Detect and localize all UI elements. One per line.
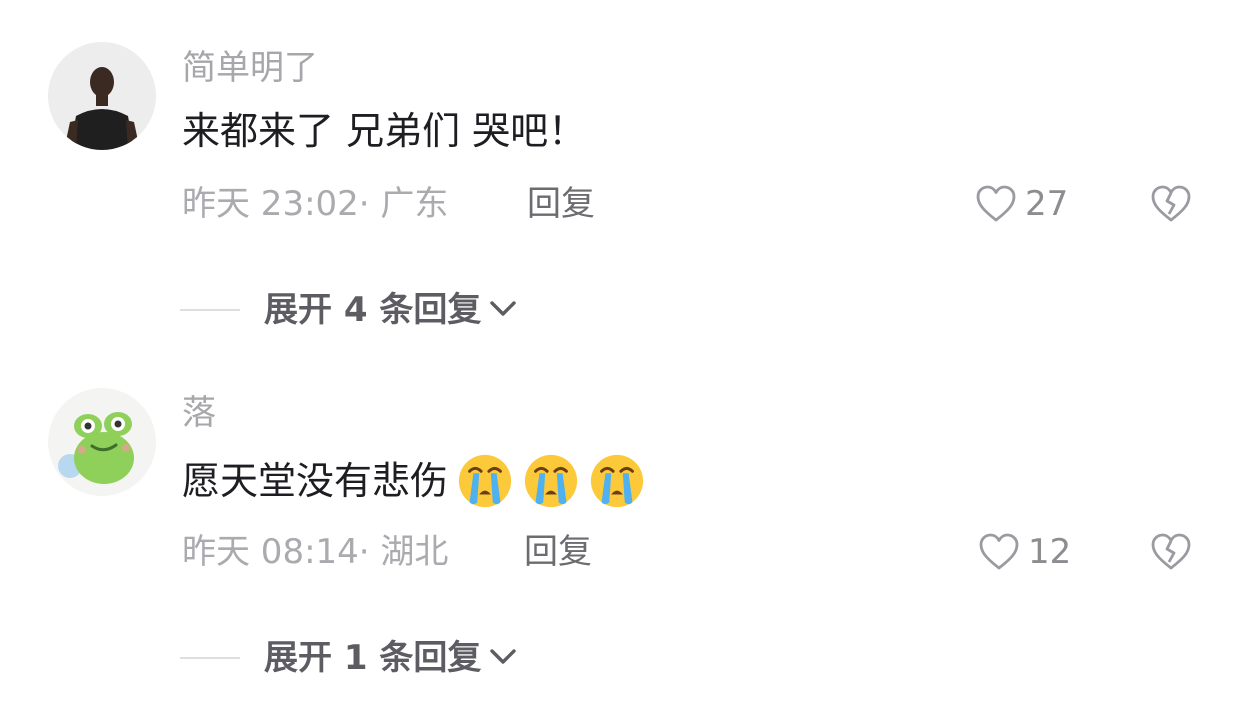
crying-face-emoji (524, 454, 578, 508)
user-avatar[interactable] (48, 388, 156, 496)
comment-time: 昨天 08:14 (182, 532, 359, 572)
comment-username[interactable]: 落 (182, 393, 216, 433)
comment-location: · 广东 (358, 184, 449, 224)
like-button[interactable]: 27 (975, 184, 1068, 224)
like-button[interactable]: 12 (978, 532, 1071, 572)
like-count: 12 (1028, 532, 1072, 572)
expand-divider (180, 309, 240, 311)
chevron-down-icon (487, 296, 519, 324)
comment-username[interactable]: 简单明了 (182, 48, 318, 88)
comment-location: · 湖北 (358, 532, 449, 572)
comment-time: 昨天 23:02 (182, 184, 359, 224)
chevron-down-icon (487, 644, 519, 672)
expand-replies-label: 展开 1 条回复 (264, 638, 482, 678)
like-count: 27 (1025, 184, 1069, 224)
man-avatar-icon (48, 42, 156, 150)
comment-text-content: 愿天堂没有悲伤 (182, 459, 449, 503)
reply-button[interactable]: 回复 (524, 532, 592, 572)
broken-heart-icon (1151, 185, 1191, 222)
frog-avatar-icon (48, 388, 156, 496)
crying-face-emoji (590, 454, 644, 508)
comment-text: 来都来了 兄弟们 哭吧！ (182, 108, 586, 154)
dislike-button[interactable] (1150, 532, 1192, 576)
crying-face-emoji (458, 454, 512, 508)
heart-outline-icon (976, 185, 1016, 222)
expand-replies-label: 展开 4 条回复 (264, 290, 482, 330)
comment-meta: 昨天 08:14· 湖北 (182, 532, 448, 572)
reply-button[interactable]: 回复 (527, 184, 595, 224)
dislike-button[interactable] (1150, 184, 1192, 228)
comment-list: 简单明了 来都来了 兄弟们 哭吧！ 昨天 23:02· 广东 回复 27 展开 … (0, 0, 1242, 703)
expand-replies-button[interactable]: 展开 4 条回复 (180, 290, 519, 330)
broken-heart-icon (1151, 533, 1191, 570)
user-avatar[interactable] (48, 42, 156, 150)
expand-divider (180, 657, 240, 659)
comment-text-content: 来都来了 兄弟们 哭吧！ (182, 109, 587, 153)
heart-outline-icon (979, 533, 1019, 570)
comment-text: 愿天堂没有悲伤 (182, 452, 646, 510)
expand-replies-button[interactable]: 展开 1 条回复 (180, 638, 519, 678)
comment-meta: 昨天 23:02· 广东 (182, 184, 448, 224)
